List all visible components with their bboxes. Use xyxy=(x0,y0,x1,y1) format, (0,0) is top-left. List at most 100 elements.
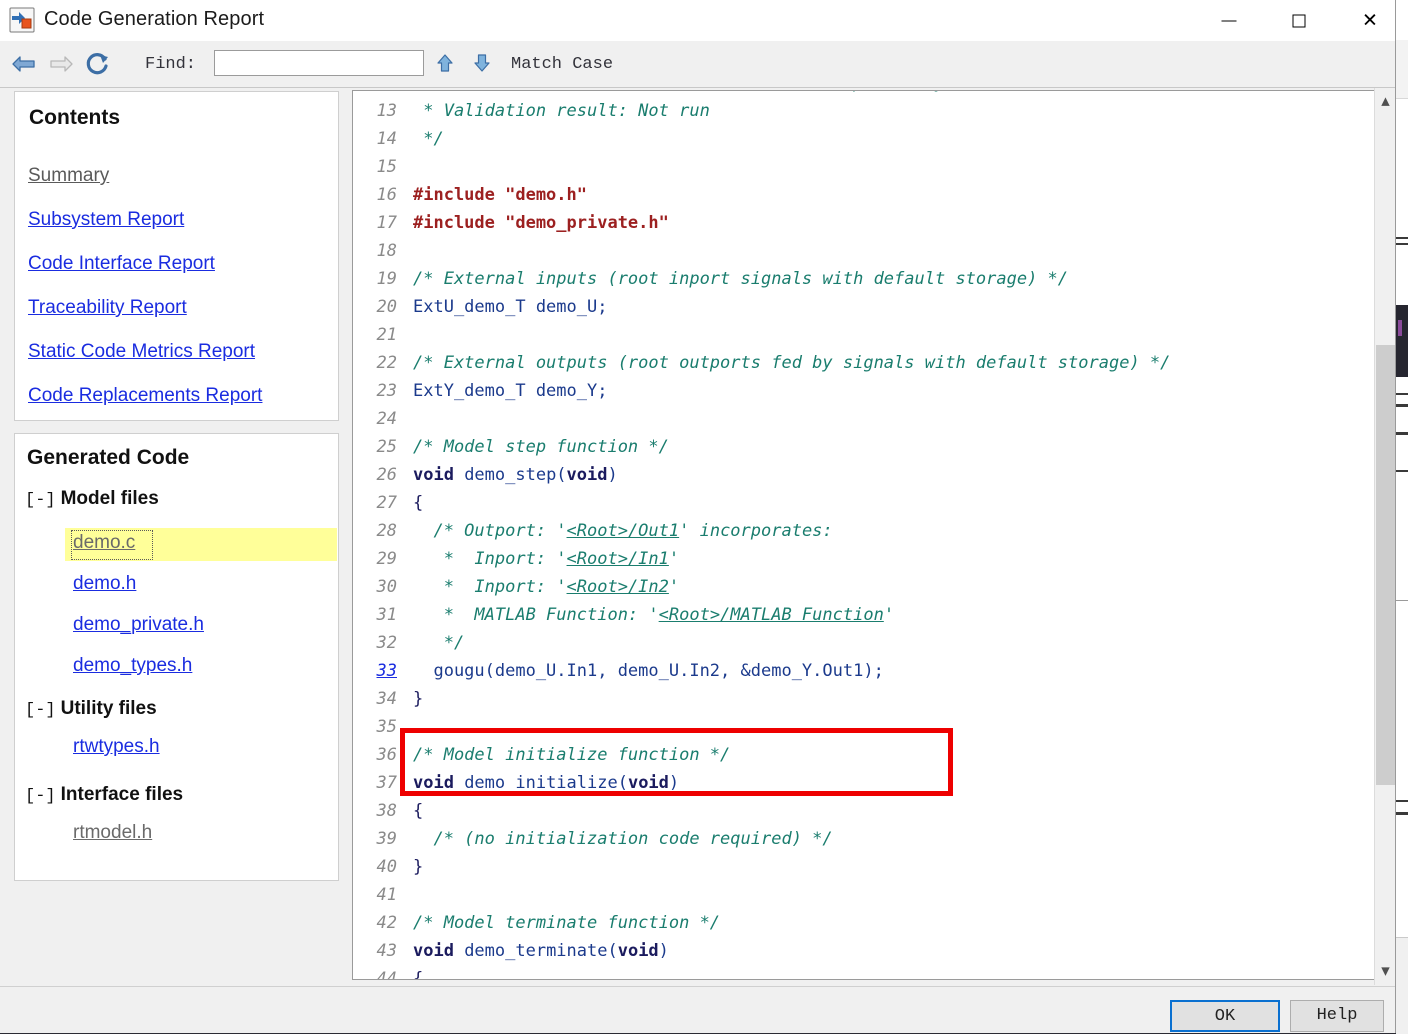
file-link-rtwtypes-h[interactable]: rtwtypes.h xyxy=(73,736,160,758)
line-number: 13 xyxy=(376,101,397,121)
collapse-toggle-icon[interactable]: [-] xyxy=(25,701,56,720)
maximize-button[interactable] xyxy=(1276,0,1322,41)
collapse-toggle-icon[interactable]: [-] xyxy=(25,787,56,806)
line-content: /* Model terminate function */ xyxy=(413,913,721,933)
group-header-utility-files[interactable]: [-] Utility files xyxy=(25,698,157,720)
line-content: ExtY_demo_T demo_Y; xyxy=(413,381,608,401)
chevron-down-icon: ▼ xyxy=(1381,964,1390,977)
ok-button[interactable]: OK xyxy=(1170,1000,1280,1032)
scroll-up-button[interactable]: ▲ xyxy=(1375,90,1395,111)
code-line: 43 void demo_terminate(void) xyxy=(353,937,1363,965)
file-link-demo-private-h[interactable]: demo_private.h xyxy=(73,614,204,636)
line-content: #include "demo_private.h" xyxy=(413,213,669,233)
sidebar-link-traceability-report[interactable]: Traceability Report xyxy=(28,297,187,319)
line-number: 16 xyxy=(376,185,397,205)
sidebar-link-static-code-metrics-report[interactable]: Static Code Metrics Report xyxy=(28,341,255,363)
line-number: 39 xyxy=(376,829,397,849)
line-number: 27 xyxy=(376,493,397,513)
group-header-interface-files[interactable]: [-] Interface files xyxy=(25,784,183,806)
code-line: 32 */ xyxy=(353,629,1363,657)
title-bar: Code Generation Report ✕ xyxy=(0,0,1395,42)
minimize-button[interactable] xyxy=(1206,0,1252,41)
line-content: /* (no initialization code required) */ xyxy=(413,829,833,849)
line-content: void demo_terminate(void) xyxy=(413,941,669,961)
group-label: Interface files xyxy=(60,784,184,805)
group-header-model-files[interactable]: [-] Model files xyxy=(25,488,159,510)
sidebar-link-code-interface-report[interactable]: Code Interface Report xyxy=(28,253,215,275)
line-content: { xyxy=(413,969,424,979)
sidebar-link-subsystem-report[interactable]: Subsystem Report xyxy=(28,209,184,231)
code-line: 20 ExtU_demo_T demo_U; xyxy=(353,293,1363,321)
code-line: 31 * MATLAB Function: '<Root>/MATLAB Fun… xyxy=(353,601,1363,629)
code-line: 26 void demo_step(void) xyxy=(353,461,1363,489)
line-number: 38 xyxy=(376,801,397,821)
line-content: /* Model step function */ xyxy=(413,437,669,457)
help-button[interactable]: Help xyxy=(1290,1000,1384,1032)
code-inline-link[interactable]: <Root>/In2 xyxy=(567,577,669,597)
file-link-demo-h[interactable]: demo.h xyxy=(73,573,136,595)
line-number: 43 xyxy=(376,941,397,961)
file-link-demo-c[interactable]: demo.c xyxy=(73,532,135,554)
find-toolbar: Find: xyxy=(0,41,1395,88)
code-line: 42 /* Model terminate function */ xyxy=(353,909,1363,937)
code-generation-report-window: Code Generation Report ✕ Find: Match Cas… xyxy=(0,0,1396,1033)
code-line: 24 xyxy=(353,405,1363,433)
code-line: 27 { xyxy=(353,489,1363,517)
line-number: 26 xyxy=(376,465,397,485)
search-input[interactable] xyxy=(214,50,424,76)
close-button[interactable]: ✕ xyxy=(1347,0,1393,41)
code-line: 17 #include "demo_private.h" xyxy=(353,209,1363,237)
line-number: 15 xyxy=(376,157,397,177)
sidebar: Contents Summary Subsystem Report Code I… xyxy=(14,91,339,981)
group-label: Utility files xyxy=(60,698,157,719)
chevron-up-icon: ▲ xyxy=(1381,94,1390,107)
line-number: 42 xyxy=(376,913,397,933)
code-line: 22 /* External outputs (root outports fed… xyxy=(353,349,1363,377)
line-number: 22 xyxy=(376,353,397,373)
line-number: 36 xyxy=(376,745,397,765)
code-inline-link[interactable]: <Root>/Out1 xyxy=(567,521,680,541)
line-number-link[interactable]: 33 xyxy=(353,657,397,685)
line-number: 21 xyxy=(376,325,397,345)
file-link-rtmodel-h[interactable]: rtmodel.h xyxy=(73,822,152,844)
code-line-highlighted: 33 gougu(demo_U.In1, demo_U.In2, &demo_Y… xyxy=(353,657,1363,685)
background-window-sliver xyxy=(1396,0,1408,1034)
line-content: */ xyxy=(413,633,465,653)
code-listing: 12 * Generated on: Thu Jan 01 00:00:00 2… xyxy=(353,91,1363,979)
code-line: 19 /* External inputs (root inport signal… xyxy=(353,265,1363,293)
line-number: 30 xyxy=(376,577,397,597)
file-link-demo-types-h[interactable]: demo_types.h xyxy=(73,655,192,677)
scroll-down-button[interactable]: ▼ xyxy=(1375,960,1395,981)
line-number: 41 xyxy=(376,885,397,905)
line-number: 19 xyxy=(376,269,397,289)
match-case-option[interactable]: Match Case xyxy=(511,55,613,74)
line-content: #include "demo.h" xyxy=(413,185,587,205)
code-line: 36 /* Model initialize function */ xyxy=(353,741,1363,769)
code-line: 44 { xyxy=(353,965,1363,979)
sidebar-link-summary[interactable]: Summary xyxy=(28,165,109,187)
line-content: void demo_step(void) xyxy=(413,465,618,485)
code-line: 30 * Inport: '<Root>/In2' xyxy=(353,573,1363,601)
line-content: /* External outputs (root outports fed b… xyxy=(413,353,1171,373)
sidebar-link-code-replacements-report[interactable]: Code Replacements Report xyxy=(28,385,262,407)
back-arrow-icon[interactable] xyxy=(11,52,37,76)
group-label: Model files xyxy=(60,488,159,509)
code-viewer[interactable]: 12 * Generated on: Thu Jan 01 00:00:00 2… xyxy=(352,90,1382,980)
line-content: /* Model initialize function */ xyxy=(413,745,731,765)
scrollbar-thumb[interactable] xyxy=(1376,345,1395,785)
line-number: 18 xyxy=(376,241,397,261)
find-next-button[interactable] xyxy=(471,52,493,74)
line-number: 20 xyxy=(376,297,397,317)
code-inline-link[interactable]: <Root>/MATLAB Function xyxy=(659,605,884,625)
vertical-scrollbar[interactable]: ▲ ▼ xyxy=(1374,88,1395,985)
simulink-icon xyxy=(9,7,35,33)
code-inline-link[interactable]: <Root>/In1 xyxy=(567,549,669,569)
line-content: gougu(demo_U.In1, demo_U.In2, &demo_Y.Ou… xyxy=(413,661,884,681)
line-content: * Validation result: Not run xyxy=(413,101,710,121)
find-previous-button[interactable] xyxy=(434,52,456,74)
collapse-toggle-icon[interactable]: [-] xyxy=(25,491,56,510)
refresh-icon[interactable] xyxy=(85,52,111,76)
line-number: 32 xyxy=(376,633,397,653)
line-number: 31 xyxy=(376,605,397,625)
line-number: 24 xyxy=(376,409,397,429)
